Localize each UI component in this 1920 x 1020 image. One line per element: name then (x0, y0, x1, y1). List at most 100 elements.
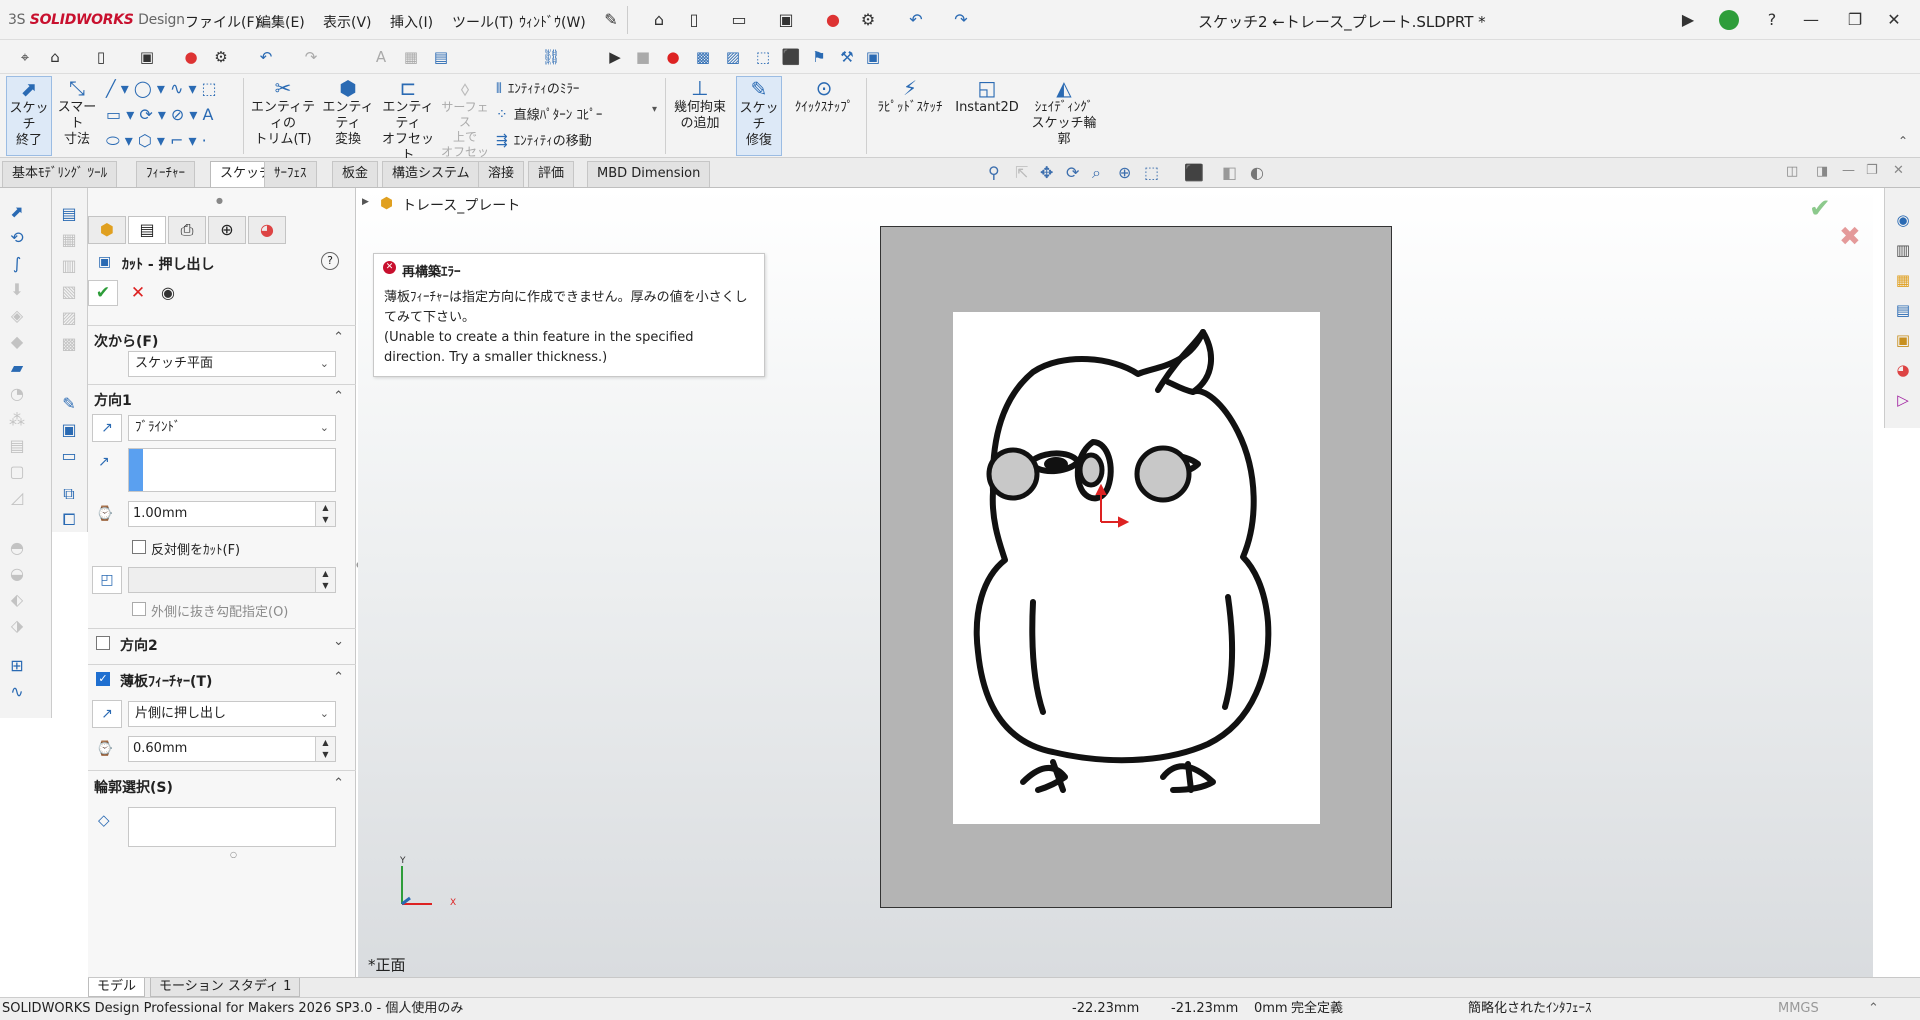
end-condition-dropdown[interactable]: ﾌﾞﾗｲﾝﾄﾞ ⌄ (128, 415, 336, 441)
help-icon[interactable]: ? (1761, 9, 1783, 31)
tab-structure-system[interactable]: 構造システム (382, 161, 480, 187)
save-icon[interactable]: ▣ (775, 9, 797, 31)
slot-icon[interactable]: ⬭ ▾ ⬡ ▾ ⌐ ▾ · (106, 128, 232, 154)
sketch-entities-group[interactable]: ╱ ▾ ◯ ▾ ∿ ▾ ⬚ ▭ ▾ ⟳ ▾ ⊘ ▾ A ⬭ ▾ ⬡ ▾ ⌐ ▾ … (106, 76, 232, 154)
menu-file[interactable]: ファイル(F) (185, 12, 260, 32)
quick-snap-button[interactable]: ⊙ ｸｲｯｸｽﾅｯﾌﾟ (786, 76, 862, 116)
rectangle-icon[interactable]: ▭ ▾ ⟳ ▾ ⊘ ▾ A (106, 102, 232, 128)
sweep-icon[interactable]: ∫ (6, 254, 28, 276)
viewport-close-icon[interactable]: ✕ (1893, 163, 1904, 178)
tab-display-manager[interactable]: ◕ (248, 216, 286, 244)
flip-cut-checkbox[interactable] (132, 540, 146, 554)
entity-convert-button[interactable]: ⬢ エンティティ 変換 (318, 76, 378, 148)
tab-surfaces[interactable]: ｻｰﾌｪｽ (264, 161, 317, 187)
gear-icon[interactable]: ⚙ (857, 9, 879, 31)
section-contour-header[interactable]: 輪郭選択(S) ⌃ (88, 770, 356, 796)
avatar[interactable] (1719, 10, 1739, 30)
macro-button-icon[interactable]: ⬚ (752, 46, 774, 68)
close-button[interactable]: ✕ (1877, 6, 1911, 34)
preview-eye-icon[interactable]: ◉ (156, 282, 180, 304)
menu-view[interactable]: 表示(V) (323, 12, 372, 32)
chevron-down-icon[interactable]: ▾ (652, 104, 657, 115)
home-icon[interactable]: ⌂ (648, 9, 670, 31)
move-entities-button[interactable]: ⇶ ｴﾝﾃｨﾃｨの移動 (496, 130, 592, 149)
view-palette-icon[interactable]: ▤ (1891, 298, 1915, 322)
linear-pattern-button[interactable]: ⁘ 直線ﾊﾟﾀｰﾝ ｺﾋﾟｰ (496, 104, 602, 123)
thin-feature-checkbox[interactable]: ✓ (96, 672, 110, 686)
tab-weldments[interactable]: 溶接 (478, 161, 525, 187)
terminal-icon[interactable]: ▶ (1677, 9, 1699, 31)
menu-tools[interactable]: ツール(T) (452, 12, 513, 32)
edit-sketch-icon[interactable]: ✎ (58, 394, 80, 416)
custom-properties-icon[interactable]: ◕ (1891, 358, 1915, 382)
ok-check-icon[interactable]: ✔ (1809, 194, 1831, 224)
tab-features[interactable]: ﾌｨｰﾁｬｰ (136, 161, 195, 187)
hide-show-icon[interactable]: ◧ (1222, 163, 1237, 182)
undo-icon[interactable]: ↶ (255, 46, 277, 68)
gear-icon[interactable]: ⚙ (210, 46, 232, 68)
cancel-button[interactable]: ✕ (126, 282, 150, 304)
appearance-icon[interactable]: ◐ (1250, 163, 1264, 182)
sketch-icon[interactable]: ▤ (58, 204, 80, 226)
tab-property-manager[interactable]: ▤ (128, 216, 166, 244)
depth-spinner[interactable]: ▲ ▼ (315, 502, 335, 526)
record-icon[interactable]: ● (662, 46, 684, 68)
from-dropdown[interactable]: スケッチ平面 ⌄ (128, 351, 336, 377)
tab-model[interactable]: モデル (88, 978, 146, 997)
appearances-icon[interactable]: ▣ (1891, 328, 1915, 352)
sketch-picture[interactable] (953, 312, 1320, 824)
menu-window[interactable]: ｳｨﾝﾄﾞｳ(W) (519, 12, 586, 32)
open-folder-icon[interactable]: ▭ (728, 9, 750, 31)
tab-dimxpert[interactable]: ⊕ (208, 216, 246, 244)
status-units[interactable]: MMGS (1778, 998, 1819, 1020)
part-name[interactable]: トレース_プレート (402, 195, 520, 215)
menu-insert[interactable]: 挿入(I) (390, 12, 433, 32)
revolve-icon[interactable]: ⟲ (6, 228, 28, 250)
help-icon[interactable]: ? (321, 252, 339, 270)
instant2d-button[interactable]: ◱ Instant2D (952, 76, 1022, 116)
minimize-button[interactable]: — (1794, 6, 1828, 34)
entity-trim-button[interactable]: ✂ エンティティの トリム(T) (248, 76, 318, 148)
reverse-direction-button[interactable]: ↗ (92, 414, 122, 442)
extrude-icon[interactable]: ⬈ (6, 202, 28, 224)
panel-left-icon[interactable]: ◫ (1786, 164, 1798, 179)
design-library-icon[interactable]: ▥ (1891, 238, 1915, 262)
depth-input[interactable]: 1.00mm ▲ ▼ (128, 501, 336, 527)
grip-handle[interactable]: ○ (230, 850, 237, 859)
tab-sheet-metal[interactable]: 板金 (332, 161, 379, 187)
menu-edit[interactable]: 編集(E) (257, 12, 305, 32)
section-direction2-header[interactable]: 方向2 ⌄ (88, 628, 356, 654)
line-icon[interactable]: ╱ ▾ ◯ ▾ ∿ ▾ ⬚ (106, 76, 232, 102)
trace-plate[interactable] (880, 226, 1392, 908)
section-view-icon[interactable]: ⬚ (1144, 163, 1159, 182)
rapid-sketch-button[interactable]: ⚡ ﾗﾋﾟｯﾄﾞｽｹｯﾁ (870, 76, 950, 116)
tab-feature-tree[interactable]: ⬢ (88, 216, 126, 244)
shaded-sketch-button[interactable]: ◭ ｼｪｲﾃﾞｨﾝｸﾞ スケッチ輪 郭 (1026, 76, 1102, 148)
panel-right-icon[interactable]: ◨ (1816, 164, 1828, 179)
play-icon[interactable]: ▶ (604, 46, 626, 68)
cut-icon[interactable]: ▰ (6, 358, 28, 380)
contour-selection-box[interactable] (128, 807, 336, 847)
sketch-end-button[interactable]: ⬈ スケッチ 終了 (6, 76, 52, 156)
new-document-icon[interactable]: ▯ (683, 9, 705, 31)
sketch-repair-button[interactable]: ✎ スケッチ 修復 (736, 76, 782, 156)
section-from-header[interactable]: 次から(F) ⌃ (88, 325, 356, 350)
thickness-input[interactable]: 0.60mm ▲ ▼ (128, 736, 336, 762)
smart-dimension-button[interactable]: ⤡ スマート 寸法 (54, 76, 100, 148)
status-chevron-up-icon[interactable]: ⌃ (1868, 998, 1879, 1020)
tab-mbd-dimension[interactable]: MBD Dimension (587, 161, 711, 187)
viewport-restore-icon[interactable]: ❐ (1866, 163, 1878, 178)
new-document-icon[interactable]: ▯ (90, 46, 112, 68)
thickness-spinner[interactable]: ▲ ▼ (315, 737, 335, 761)
grip-handle[interactable]: ● (216, 196, 223, 205)
pin-icon[interactable]: ✎ (600, 9, 622, 31)
reference-geometry-icon[interactable]: ⊞ (6, 656, 28, 678)
file-explorer-icon[interactable]: ▦ (1891, 268, 1915, 292)
redo-icon[interactable]: ↷ (950, 9, 972, 31)
rotate-icon[interactable]: ⟳ (1066, 163, 1079, 182)
draft-button[interactable]: ◰ (92, 566, 122, 594)
collapse-ribbon-icon[interactable]: ⌃ (1898, 134, 1908, 148)
ok-button[interactable]: ✔ (88, 280, 118, 306)
pan-icon[interactable]: ✥ (1040, 163, 1053, 182)
save-icon[interactable]: ▣ (136, 46, 158, 68)
